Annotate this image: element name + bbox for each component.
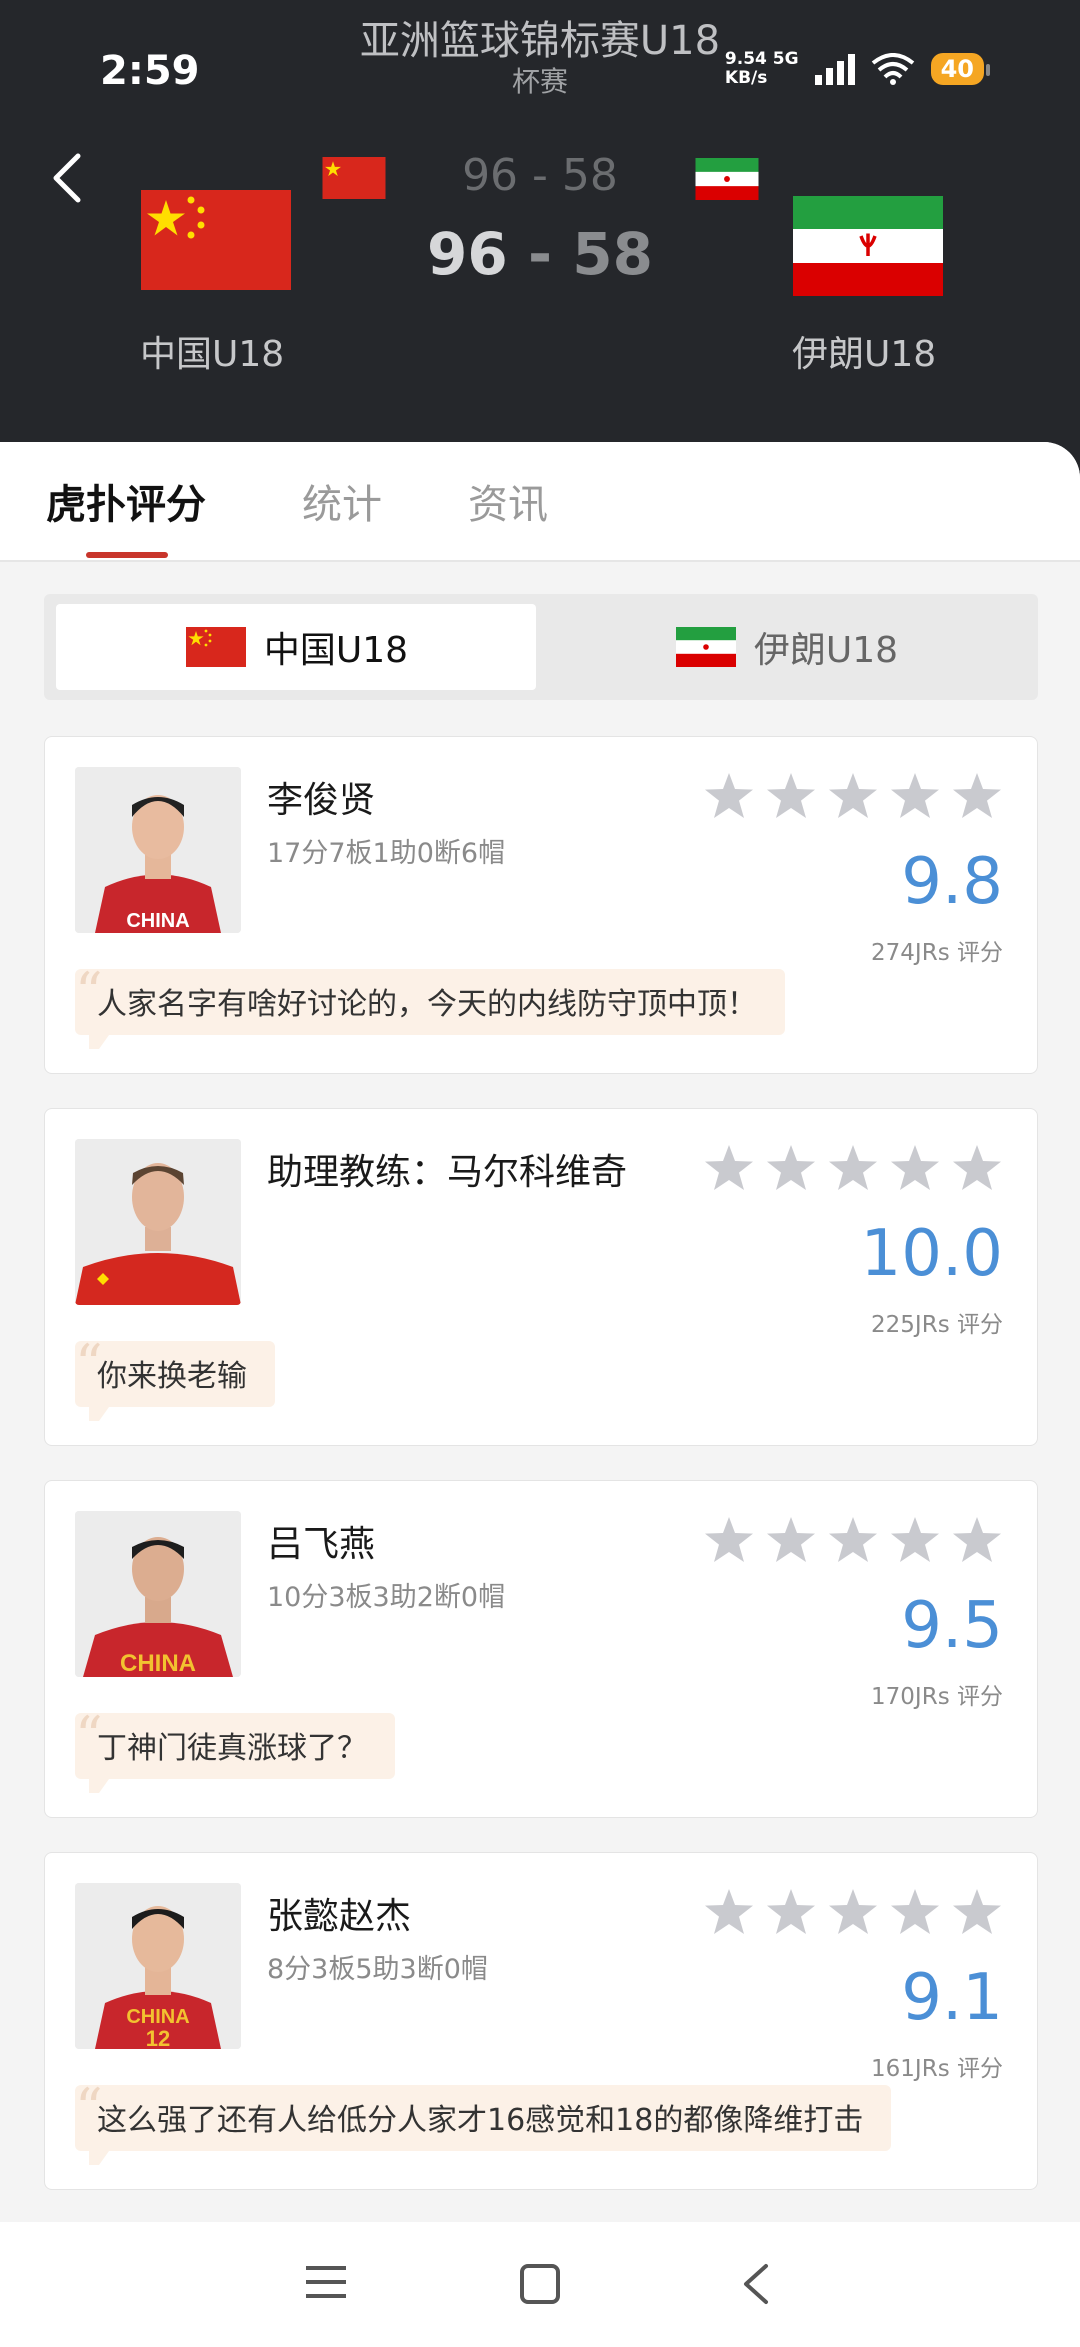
svg-text:CHINA: CHINA [126, 2006, 189, 2028]
star-icon[interactable] [953, 1145, 1001, 1191]
star-icon[interactable] [705, 1517, 753, 1563]
svg-text:CHINA: CHINA [126, 910, 189, 932]
star-icon[interactable] [705, 1889, 753, 1935]
rating-stars[interactable] [705, 1145, 1001, 1191]
team-switcher: 中国U18 伊朗U18 [44, 594, 1038, 700]
network-speed: 9.54 5G KB/s [724, 49, 799, 88]
player-stats: 8分3板5助3断0帽 [267, 1954, 488, 1985]
status-time: 2:59 [100, 48, 200, 94]
home-score: 96 [427, 220, 508, 288]
home-icon[interactable] [518, 2262, 562, 2306]
player-name[interactable]: 助理教练：马尔科维奇 [267, 1143, 627, 1195]
tab-bar: 虎扑评分 统计 资讯 [0, 442, 1080, 562]
rating-stars[interactable] [705, 773, 1001, 819]
quote-icon: “ [75, 1333, 103, 1396]
player-rating: 9.8 [901, 845, 1003, 919]
hot-comment[interactable]: “人家名字有啥好讨论的，今天的内线防守顶中顶！ [75, 961, 785, 1049]
star-icon[interactable] [705, 773, 753, 819]
star-icon[interactable] [767, 1145, 815, 1191]
away-score: 58 [572, 220, 653, 288]
content-panel: 虎扑评分 统计 资讯 中国U18 伊朗U18 CHINA 李俊贤 17分7板1助… [0, 442, 1080, 2222]
player-card[interactable]: CHINA 12 张懿赵杰 8分3板5助3断0帽 9.1 161JRs 评分 “… [44, 1852, 1038, 2190]
player-name[interactable]: 吕飞燕 [267, 1515, 375, 1567]
wifi-icon [871, 53, 914, 85]
iran-flag-icon [675, 627, 736, 667]
star-icon[interactable] [767, 773, 815, 819]
player-name[interactable]: 张懿赵杰 [267, 1887, 411, 1939]
star-icon[interactable] [767, 1889, 815, 1935]
system-nav-bar [0, 2222, 1080, 2347]
star-icon[interactable] [829, 1145, 877, 1191]
china-flag-icon [185, 627, 246, 667]
hot-comment[interactable]: “这么强了还有人给低分人家才16感觉和18的都像降维打击 [75, 2077, 892, 2165]
score-small: 96 - 58 [462, 150, 618, 201]
player-card[interactable]: CHINA 吕飞燕 10分3板3助2断0帽 9.5 170JRs 评分 “丁神门… [44, 1480, 1038, 1818]
player-photo: CHINA 12 [75, 1883, 241, 2049]
star-icon[interactable] [829, 773, 877, 819]
vote-count: 274JRs 评分 [871, 940, 1003, 966]
player-photo: CHINA [75, 1511, 241, 1677]
home-team-name[interactable]: 中国U18 [140, 325, 284, 377]
player-stats: 17分7板1助0断6帽 [267, 838, 506, 869]
star-icon[interactable] [829, 1889, 877, 1935]
battery-icon: 40 [930, 53, 991, 85]
svg-text:CHINA: CHINA [120, 1650, 196, 1677]
star-icon[interactable] [891, 1145, 939, 1191]
vote-count: 161JRs 评分 [871, 2056, 1003, 2082]
team-option-away[interactable]: 伊朗U18 [546, 604, 1026, 690]
rating-stars[interactable] [705, 1517, 1001, 1563]
tab-stats[interactable]: 统计 [302, 472, 382, 530]
team-option-home[interactable]: 中国U18 [56, 604, 536, 690]
player-card[interactable]: CHINA 李俊贤 17分7板1助0断6帽 9.8 274JRs 评分 “人家名… [44, 736, 1038, 1074]
tab-hupu-rating[interactable]: 虎扑评分 [46, 472, 206, 530]
player-rating: 9.5 [901, 1589, 1003, 1663]
star-icon[interactable] [829, 1517, 877, 1563]
coach-photo [75, 1139, 241, 1305]
signal-icon [814, 53, 855, 85]
player-stats: 10分3板3助2断0帽 [267, 1582, 506, 1613]
away-team-name[interactable]: 伊朗U18 [792, 325, 936, 377]
star-icon[interactable] [891, 1517, 939, 1563]
svg-text:12: 12 [146, 2026, 170, 2049]
star-icon[interactable] [705, 1145, 753, 1191]
tab-news[interactable]: 资讯 [468, 472, 548, 530]
match-header: 亚洲篮球锦标赛U18 杯赛 2:59 9.54 5G KB/s 40 96 - … [0, 0, 1080, 500]
player-photo: CHINA [75, 767, 241, 933]
active-tab-indicator [86, 552, 168, 558]
star-icon[interactable] [953, 1517, 1001, 1563]
player-rating: 10.0 [860, 1217, 1004, 1291]
nav-back-icon[interactable] [738, 2262, 774, 2306]
menu-icon[interactable] [304, 2262, 348, 2302]
star-icon[interactable] [953, 1889, 1001, 1935]
player-rating: 9.1 [901, 1961, 1003, 2035]
quote-icon: “ [75, 2077, 103, 2140]
quote-icon: “ [75, 1705, 103, 1768]
hot-comment[interactable]: “你来换老输 [75, 1333, 275, 1421]
rating-stars[interactable] [705, 1889, 1001, 1935]
player-name[interactable]: 李俊贤 [267, 771, 375, 823]
hot-comment[interactable]: “丁神门徒真涨球了？ [75, 1705, 395, 1793]
vote-count: 170JRs 评分 [871, 1684, 1003, 1710]
star-icon[interactable] [767, 1517, 815, 1563]
quote-icon: “ [75, 961, 103, 1024]
star-icon[interactable] [953, 773, 1001, 819]
status-indicators: 9.54 5G KB/s 40 [724, 49, 991, 88]
vote-count: 225JRs 评分 [871, 1312, 1003, 1338]
star-icon[interactable] [891, 773, 939, 819]
player-card[interactable]: 助理教练：马尔科维奇 10.0 225JRs 评分 “你来换老输 [44, 1108, 1038, 1446]
star-icon[interactable] [891, 1889, 939, 1935]
score-big: 96 - 58 [427, 220, 653, 288]
